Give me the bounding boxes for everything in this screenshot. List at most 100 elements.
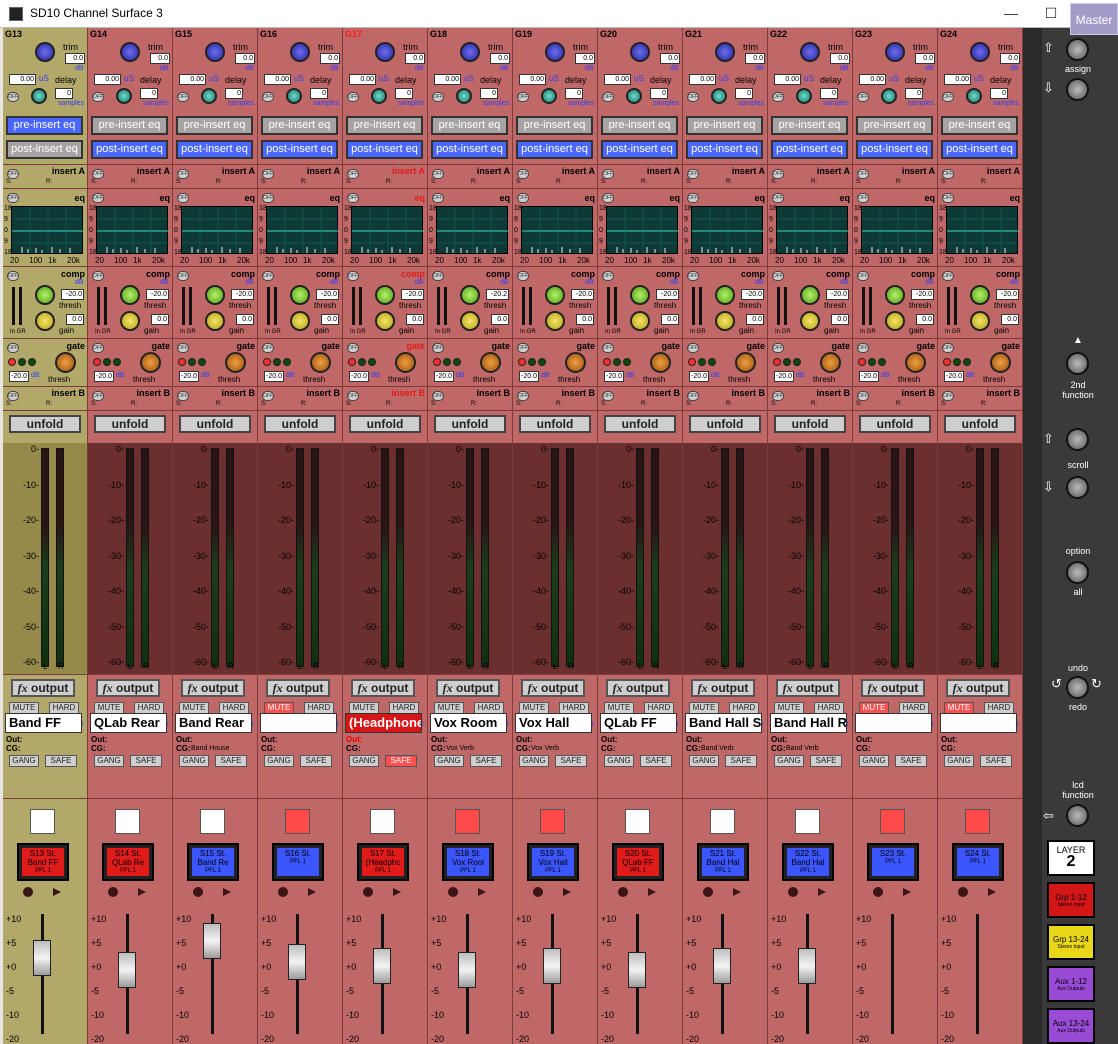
delay-off-button[interactable]: OFF (177, 92, 189, 102)
trim-knob[interactable] (800, 42, 820, 62)
comp-thresh-knob[interactable] (290, 285, 310, 305)
fader-cap[interactable] (373, 948, 391, 984)
post-insert-eq-button[interactable]: post-insert eq (516, 140, 593, 159)
gate-thresh-knob[interactable] (650, 352, 671, 373)
comp-gain-value[interactable]: 0.0 (151, 314, 169, 325)
comp-thresh-knob[interactable] (205, 285, 225, 305)
play-icon[interactable] (733, 888, 741, 896)
channel-name-field[interactable]: Band Hall R (770, 713, 847, 733)
delay-samples-value[interactable]: 0 (140, 88, 158, 99)
delay-off-button[interactable]: OFF (602, 92, 614, 102)
undo-redo-button[interactable] (1066, 676, 1089, 699)
comp-off-button[interactable]: OFF (602, 271, 614, 281)
layer-button[interactable]: Grp 13-24 Stereo Input (1047, 924, 1095, 960)
comp-thresh-value[interactable]: -20.0 (656, 289, 679, 300)
channel-name-field[interactable]: Vox Room (430, 713, 507, 733)
comp-gain-knob[interactable] (800, 311, 820, 331)
layer-button[interactable]: Aux 13-24 Aux Outputs (1047, 1008, 1095, 1044)
fx-output-button[interactable]: fx output (181, 679, 245, 697)
gate-thresh-value[interactable]: -20.0 (179, 371, 199, 382)
fader-cap[interactable] (203, 922, 221, 959)
select-button[interactable] (625, 809, 650, 834)
safe-button[interactable]: SAFE (130, 755, 162, 767)
gate-thresh-knob[interactable] (55, 352, 76, 373)
gate-off-button[interactable]: OFF (262, 343, 274, 353)
fx-output-button[interactable]: fx output (96, 679, 160, 697)
gang-button[interactable]: GANG (434, 755, 464, 767)
comp-thresh-value[interactable]: -20.0 (571, 289, 594, 300)
eq-off-button[interactable]: OFF (517, 193, 529, 203)
comp-gain-knob[interactable] (630, 311, 650, 331)
fader-cap[interactable] (543, 948, 561, 984)
layer-button[interactable]: Grp 1-12 Stereo Input (1047, 882, 1095, 918)
channel-lcd-display[interactable]: S23 St. PFL 1 (867, 843, 919, 881)
channel-lcd-display[interactable]: S24 St. PFL 1 (952, 843, 1004, 881)
insert-a-off-button[interactable]: OFF (602, 169, 614, 179)
eq-graph[interactable] (436, 206, 509, 255)
delay-off-button[interactable]: OFF (347, 92, 359, 102)
gate-thresh-value[interactable]: -20.0 (604, 371, 624, 382)
select-button[interactable] (880, 809, 905, 834)
gate-thresh-knob[interactable] (735, 352, 756, 373)
eq-graph[interactable] (96, 206, 169, 255)
delay-samples-value[interactable]: 0 (820, 88, 838, 99)
safe-button[interactable]: SAFE (980, 755, 1012, 767)
play-icon[interactable] (393, 888, 401, 896)
delay-us-value[interactable]: 0.00 (9, 74, 36, 85)
gate-off-button[interactable]: OFF (432, 343, 444, 353)
select-button[interactable] (965, 809, 990, 834)
comp-gain-value[interactable]: 0.0 (1001, 314, 1019, 325)
delay-knob[interactable] (286, 88, 302, 104)
trim-knob[interactable] (630, 42, 650, 62)
comp-off-button[interactable]: OFF (942, 271, 954, 281)
safe-button[interactable]: SAFE (385, 755, 417, 767)
comp-thresh-value[interactable]: -20.0 (911, 289, 934, 300)
delay-us-value[interactable]: 0.00 (519, 74, 546, 85)
delay-samples-value[interactable]: 0 (55, 88, 73, 99)
second-function-button[interactable] (1066, 352, 1089, 375)
comp-thresh-knob[interactable] (970, 285, 990, 305)
assign-down-button[interactable] (1066, 78, 1089, 101)
comp-gain-value[interactable]: 0.0 (661, 314, 679, 325)
fader-cap[interactable] (713, 948, 731, 984)
minimize-button[interactable]: — (1000, 3, 1022, 23)
channel-name-field[interactable] (260, 713, 337, 733)
channel-name-field[interactable]: Vox Hall (515, 713, 592, 733)
channel-lcd-display[interactable]: S22 St. Band Hal PFL 1 (782, 843, 834, 881)
comp-thresh-value[interactable]: -20.0 (316, 289, 339, 300)
insert-a-off-button[interactable]: OFF (347, 169, 359, 179)
safe-button[interactable]: SAFE (470, 755, 502, 767)
gate-thresh-knob[interactable] (395, 352, 416, 373)
record-icon[interactable] (363, 887, 373, 897)
insert-a-off-button[interactable]: OFF (7, 169, 19, 179)
eq-off-button[interactable]: OFF (772, 193, 784, 203)
gang-button[interactable]: GANG (944, 755, 974, 767)
delay-knob[interactable] (541, 88, 557, 104)
post-insert-eq-button[interactable]: post-insert eq (601, 140, 678, 159)
gate-thresh-knob[interactable] (140, 352, 161, 373)
eq-off-button[interactable]: OFF (347, 193, 359, 203)
channel-name-field[interactable] (940, 713, 1017, 733)
eq-off-button[interactable]: OFF (942, 193, 954, 203)
play-icon[interactable] (903, 888, 911, 896)
comp-thresh-value[interactable]: -20.0 (741, 289, 764, 300)
trim-value[interactable]: 0.0 (745, 53, 765, 64)
eq-graph[interactable] (691, 206, 764, 255)
comp-thresh-value[interactable]: -20.2 (486, 289, 509, 300)
insert-b-off-button[interactable]: OFF (92, 391, 104, 401)
post-insert-eq-button[interactable]: post-insert eq (261, 140, 338, 159)
insert-b-off-button[interactable]: OFF (262, 391, 274, 401)
trim-knob[interactable] (715, 42, 735, 62)
delay-knob[interactable] (456, 88, 472, 104)
delay-off-button[interactable]: OFF (262, 92, 274, 102)
pre-insert-eq-button[interactable]: pre-insert eq (856, 116, 933, 135)
fx-output-button[interactable]: fx output (351, 679, 415, 697)
insert-b-off-button[interactable]: OFF (602, 391, 614, 401)
fx-output-button[interactable]: fx output (11, 679, 75, 697)
delay-knob[interactable] (201, 88, 217, 104)
pre-insert-eq-button[interactable]: pre-insert eq (261, 116, 338, 135)
gang-button[interactable]: GANG (179, 755, 209, 767)
channel-lcd-display[interactable]: S15 St. Band Re PFL 1 (187, 843, 239, 881)
gang-button[interactable]: GANG (94, 755, 124, 767)
trim-value[interactable]: 0.0 (490, 53, 510, 64)
